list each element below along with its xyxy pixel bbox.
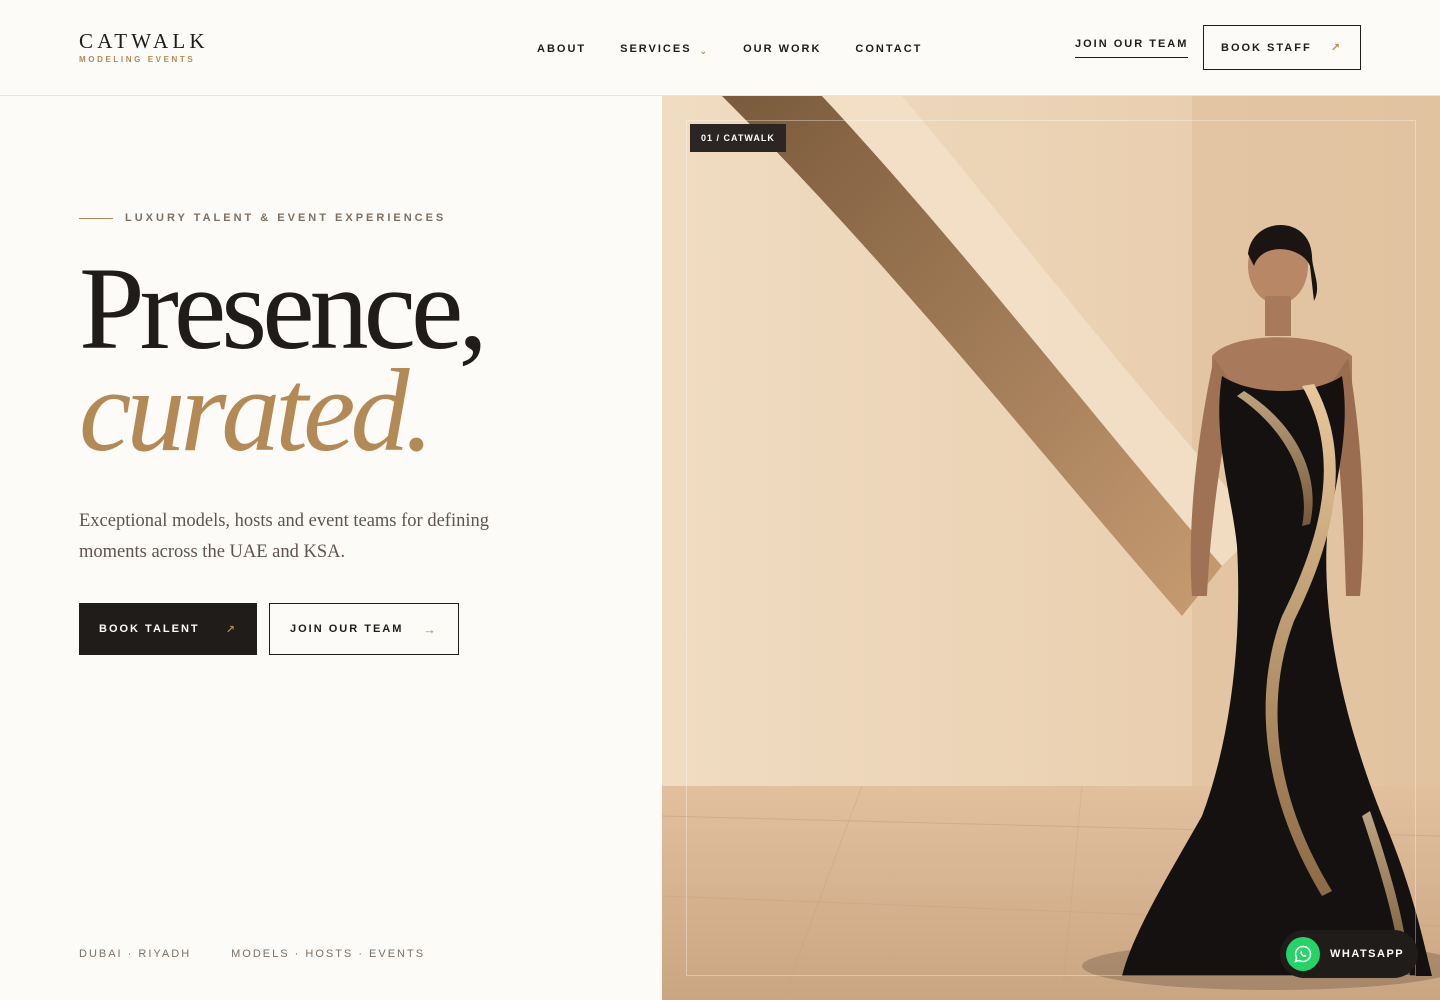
chevron-down-icon: ⌄ [699,46,710,56]
nav-item-about[interactable]: ABOUT [537,40,586,58]
nav-item-contact[interactable]: CONTACT [855,40,922,58]
whatsapp-icon [1286,937,1320,971]
hero-eyebrow: LUXURY TALENT & EVENT EXPERIENCES [79,212,446,224]
nav-item-services[interactable]: SERVICES ⌄ [620,40,709,58]
nav-item-label: CONTACT [855,43,923,55]
hero-image-illustration [662,96,1440,1000]
join-our-team-link[interactable]: JOIN OUR TEAM [1075,38,1189,58]
whatsapp-button[interactable]: WHATSAPP [1280,930,1418,978]
hero-cta-row: BOOK TALENT ↗ JOIN OUR TEAM → [79,603,459,655]
nav-item-label: OUR WORK [743,43,822,55]
join-our-team-button[interactable]: JOIN OUR TEAM → [269,603,459,655]
whatsapp-label: WHATSAPP [1330,948,1405,960]
meta-locations: DUBAI · RIYADH [79,948,192,960]
arrow-up-right-icon: ↗ [225,623,237,636]
join-our-team-label: JOIN OUR TEAM [290,623,404,635]
headline-line-2: curated. [79,345,434,476]
meta-services: MODELS · HOSTS · EVENTS [231,948,426,960]
site-header: CATWALK MODELING EVENTS ABOUT SERVICES ⌄ … [0,0,1440,96]
hero-headline: Presence, curated. [79,250,488,476]
arrow-up-right-icon: ↗ [1330,42,1342,54]
book-talent-label: BOOK TALENT [99,623,200,635]
logo-wordmark: CATWALK [79,29,209,53]
logo-tagline: MODELING EVENTS [79,55,196,64]
arrow-right-icon: → [423,621,438,637]
eyebrow-text: LUXURY TALENT & EVENT EXPERIENCES [125,212,447,224]
nav-item-our-work[interactable]: OUR WORK [743,40,821,58]
hero-lede: Exceptional models, hosts and event team… [79,511,489,562]
eyebrow-rule [79,217,113,219]
book-staff-button[interactable]: BOOK STAFF ↗ [1203,25,1361,70]
book-talent-button[interactable]: BOOK TALENT ↗ [79,603,257,655]
main-nav: ABOUT SERVICES ⌄ OUR WORK CONTACT [537,40,956,58]
nav-item-label: SERVICES [620,43,692,55]
hero-meta: DUBAI · RIYADH MODELS · HOSTS · EVENTS [79,948,425,960]
book-staff-label: BOOK STAFF [1221,41,1312,54]
logo[interactable]: CATWALK MODELING EVENTS [79,30,209,65]
nav-item-label: ABOUT [537,43,587,55]
hero-image: 01 / CATWALK [662,96,1440,1000]
slide-tag: 01 / CATWALK [690,124,786,152]
